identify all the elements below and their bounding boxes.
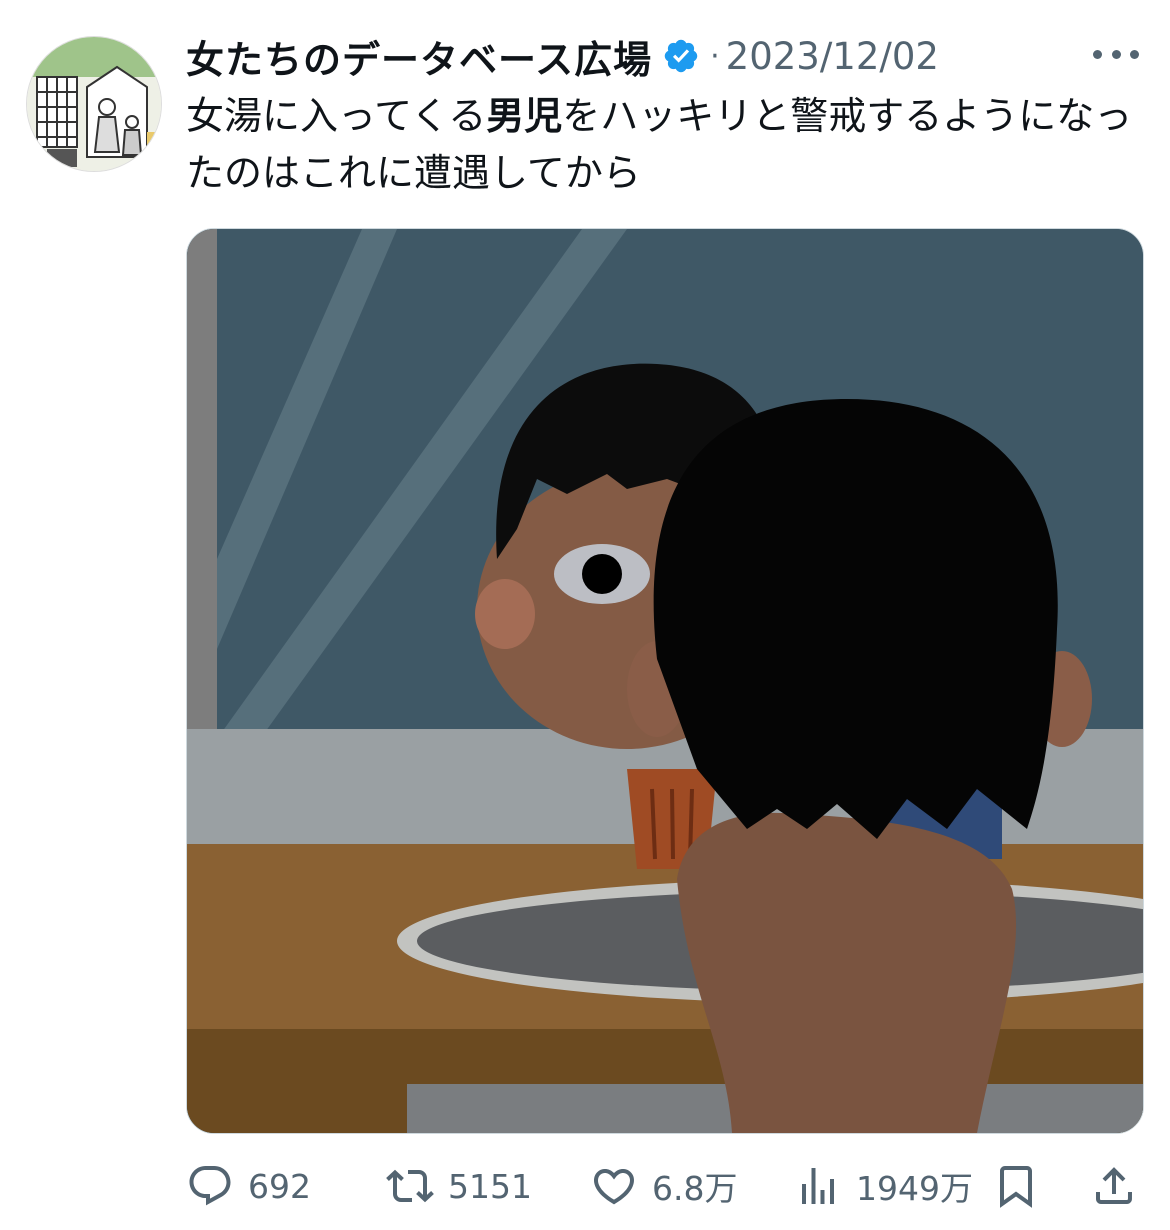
tweet-actions: 692 5151 6.8万 1949万 bbox=[186, 1154, 1142, 1218]
bookmark-button[interactable] bbox=[992, 1154, 1040, 1218]
share-button[interactable] bbox=[1090, 1154, 1138, 1218]
tweet-text-part1: 女湯に入ってくる bbox=[186, 94, 487, 138]
heart-icon bbox=[593, 1169, 635, 1205]
share-icon bbox=[1096, 1167, 1132, 1204]
like-button[interactable]: 6.8万 bbox=[590, 1154, 737, 1218]
more-dot bbox=[1130, 49, 1139, 59]
more-dot bbox=[1111, 49, 1121, 59]
views-count: 1949万 bbox=[856, 1169, 973, 1208]
reply-count: 692 bbox=[248, 1166, 311, 1206]
media-illustration bbox=[187, 229, 1143, 1133]
separator-dot: · bbox=[710, 38, 720, 74]
like-count: 6.8万 bbox=[652, 1169, 738, 1208]
verified-badge-icon bbox=[664, 39, 698, 73]
tweet-text: 女湯に入ってくる男児をハッキリと警戒するようになったのはこれに遭遇してから bbox=[186, 88, 1136, 202]
retweet-count: 5151 bbox=[448, 1166, 532, 1206]
author-avatar[interactable] bbox=[26, 36, 162, 172]
author-name[interactable]: 女たちのデータベース広場 bbox=[186, 29, 652, 84]
tweet-date[interactable]: 2023/12/02 bbox=[726, 35, 939, 78]
bookmark-icon bbox=[1000, 1166, 1032, 1208]
retweet-icon bbox=[386, 1169, 434, 1203]
views-button[interactable]: 1949万 bbox=[794, 1154, 973, 1218]
more-dots-icon[interactable] bbox=[1093, 42, 1139, 66]
reply-bubble-icon bbox=[189, 1166, 231, 1206]
retweet-button[interactable]: 5151 bbox=[386, 1154, 532, 1218]
avatar-illustration bbox=[27, 37, 161, 171]
tweet-text-bold: 男児 bbox=[486, 94, 563, 138]
reply-button[interactable]: 692 bbox=[186, 1154, 311, 1218]
tweet-header: 女たちのデータベース広場 · 2023/12/02 bbox=[186, 28, 939, 84]
more-dot bbox=[1093, 49, 1102, 59]
tweet-media-image[interactable] bbox=[186, 228, 1144, 1134]
bar-chart-icon bbox=[802, 1168, 834, 1204]
